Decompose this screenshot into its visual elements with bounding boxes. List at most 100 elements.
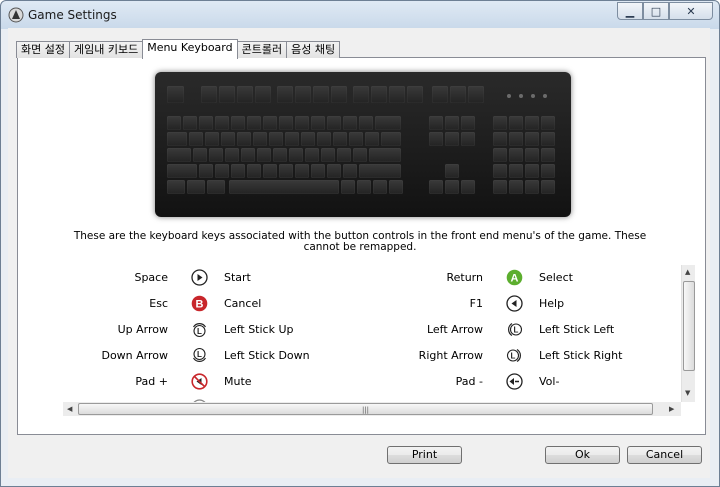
keyboard-key	[509, 164, 523, 178]
keyboard-key	[301, 132, 315, 146]
a-button-icon: A	[506, 269, 523, 286]
keyboard-key	[337, 148, 351, 162]
horizontal-scroll-thumb[interactable]: |||	[78, 403, 653, 415]
control-action-label: Select	[539, 271, 573, 284]
control-action-label: Mute	[224, 375, 252, 388]
vertical-scrollbar[interactable]: ▲ ▼	[681, 265, 695, 402]
keyboard-key	[199, 164, 213, 178]
mute-icon	[191, 373, 208, 390]
tab-voice-chat[interactable]: 음성 채팅	[286, 41, 341, 58]
keyboard-key	[445, 180, 459, 194]
scroll-left-icon[interactable]: ◀	[67, 405, 72, 413]
keyboard-key	[331, 86, 347, 103]
scroll-right-icon[interactable]: ▶	[669, 405, 674, 413]
ok-button[interactable]: Ok	[545, 446, 620, 464]
keyboard-key	[541, 180, 555, 194]
keyboard-key	[353, 86, 369, 103]
keyboard-key	[509, 116, 523, 130]
scroll-down-icon[interactable]: ▼	[685, 389, 690, 397]
keyboard-key	[327, 116, 341, 130]
left-stick-up-icon: L	[191, 321, 208, 338]
control-action-label: Left Stick Left	[539, 323, 615, 336]
keyboard-key	[333, 132, 347, 146]
keyboard-key	[225, 148, 239, 162]
keyboard-key	[468, 86, 484, 103]
tab-ingame-keyboard[interactable]: 게임내 키보드	[68, 41, 144, 58]
control-key-label: Up Arrow	[117, 323, 168, 336]
keyboard-key	[407, 86, 423, 103]
control-key-label: F1	[469, 297, 483, 310]
keyboard-key	[247, 116, 261, 130]
keyboard-key	[429, 132, 443, 146]
control-key-label: Down Arrow	[101, 349, 168, 362]
keyboard-key	[167, 116, 181, 130]
maximize-button[interactable]: □	[643, 2, 669, 20]
keyboard-key	[289, 148, 303, 162]
keyboard-key	[215, 116, 229, 130]
keyboard-key	[279, 116, 293, 130]
keyboard-key	[207, 180, 225, 194]
control-key-label: Left Arrow	[426, 323, 483, 336]
keyboard-key	[199, 116, 213, 130]
control-action-label: Vol-	[539, 375, 560, 388]
keyboard-key	[369, 148, 401, 162]
keyboard-key	[371, 86, 387, 103]
start-button-icon	[191, 269, 208, 286]
keyboard-key	[305, 148, 319, 162]
keyboard-key	[295, 164, 309, 178]
vertical-scroll-thumb[interactable]	[683, 281, 695, 371]
keyboard-key	[247, 164, 261, 178]
print-button[interactable]: Print	[387, 446, 462, 464]
keyboard-key	[493, 132, 507, 146]
keyboard-key	[432, 86, 448, 103]
svg-text:L: L	[197, 350, 202, 359]
controls-list: Space Start Return A Select Esc B Cancel F1 Help U…	[63, 265, 681, 402]
keyboard-key	[493, 180, 507, 194]
svg-text:A: A	[511, 273, 519, 285]
keyboard-key	[231, 164, 245, 178]
control-key-label: Pad -	[455, 375, 483, 388]
keyboard-key	[257, 148, 271, 162]
keyboard-key	[311, 116, 325, 130]
keyboard-key	[493, 164, 507, 178]
keyboard-key	[167, 86, 184, 103]
tab-menu-keyboard[interactable]: Menu Keyboard	[142, 39, 238, 59]
keyboard-led	[519, 94, 523, 98]
keyboard-key	[429, 116, 443, 130]
back-button-icon	[506, 295, 523, 312]
keyboard-key	[209, 148, 223, 162]
keyboard-key	[221, 132, 235, 146]
volume-down-icon	[506, 373, 523, 390]
svg-text:L: L	[514, 326, 519, 335]
b-button-icon: B	[191, 295, 208, 312]
keyboard-key	[311, 164, 325, 178]
tab-controller[interactable]: 콘트롤러	[236, 41, 288, 58]
close-button[interactable]: ✕	[669, 2, 713, 20]
keyboard-key	[193, 148, 207, 162]
control-key-label: Return	[446, 271, 483, 284]
info-text: These are the keyboard keys associated w…	[73, 230, 647, 253]
keyboard-key	[237, 86, 253, 103]
keyboard-key	[525, 132, 539, 146]
keyboard-key	[450, 86, 466, 103]
keyboard-key	[263, 116, 277, 130]
keyboard-key	[241, 148, 255, 162]
title-bar[interactable]: Game Settings ▁ □ ✕	[1, 1, 719, 29]
minimize-button[interactable]: ▁	[617, 2, 643, 20]
keyboard-key	[183, 116, 197, 130]
cancel-button[interactable]: Cancel	[627, 446, 702, 464]
keyboard-image	[155, 72, 571, 217]
keyboard-key	[375, 116, 401, 130]
keyboard-key	[381, 132, 401, 146]
tab-display-settings[interactable]: 화면 설정	[16, 41, 70, 58]
keyboard-key	[279, 164, 293, 178]
svg-text:L: L	[511, 352, 516, 361]
keyboard-key	[461, 116, 475, 130]
scroll-up-icon[interactable]: ▲	[685, 268, 690, 276]
keyboard-key	[509, 132, 523, 146]
horizontal-scrollbar[interactable]: ◀ ||| ▶	[63, 402, 681, 416]
keyboard-key	[167, 148, 191, 162]
keyboard-key	[277, 86, 293, 103]
keyboard-key	[327, 164, 341, 178]
keyboard-key	[295, 86, 311, 103]
